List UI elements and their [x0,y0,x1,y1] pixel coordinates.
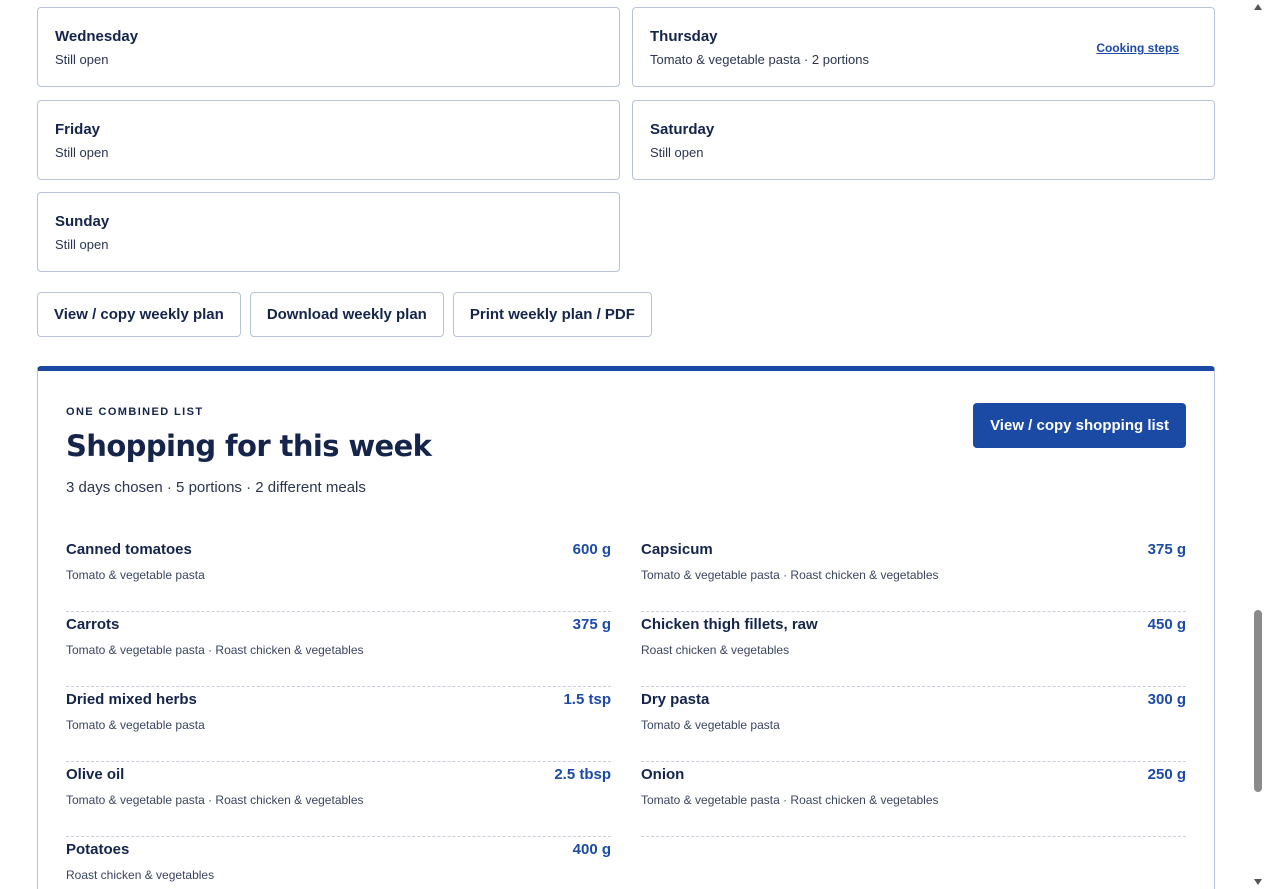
day-name: Wednesday [55,28,139,45]
item-name: Onion [641,766,685,783]
item-sources: Tomato & vegetable pasta · Roast chicken… [66,793,364,807]
list-item: Potatoes 400 g Roast chicken & vegetable… [66,837,611,889]
item-sources: Roast chicken & vegetables [66,868,215,882]
list-item: Canned tomatoes 600 g Tomato & vegetable… [66,537,611,612]
item-quantity: 400 g [572,841,611,858]
list-item: Carrots 375 g Tomato & vegetable pasta ·… [66,612,611,687]
list-item: Dry pasta 300 g Tomato & vegetable pasta [641,687,1186,762]
item-sources: Tomato & vegetable pasta · Roast chicken… [641,793,939,807]
day-status: Still open [55,52,109,67]
day-status: Still open [55,145,109,160]
scrollbar-thumb[interactable] [1254,610,1262,792]
scroll-up-arrow-icon[interactable] [1254,4,1262,10]
item-sources: Tomato & vegetable pasta [66,718,205,732]
day-status: Still open [650,145,704,160]
day-name: Sunday [55,213,110,230]
shopping-panel: ONE COMBINED LIST Shopping for this week… [37,366,1215,889]
list-item: Capsicum 375 g Tomato & vegetable pasta … [641,537,1186,612]
day-card-saturday: Saturday Still open [632,100,1215,180]
day-card-wednesday: Wednesday Still open [37,7,620,87]
item-quantity: 2.5 tbsp [554,766,611,783]
day-status: Still open [55,237,109,252]
view-copy-plan-button[interactable]: View / copy weekly plan [37,292,241,337]
shopping-summary: 3 days chosen · 5 portions · 2 different… [66,479,366,496]
item-quantity: 375 g [572,616,611,633]
shopping-title: Shopping for this week [66,429,432,463]
cooking-steps-link[interactable]: Cooking steps [1096,41,1179,55]
item-name: Canned tomatoes [66,541,192,558]
list-item: Chicken thigh fillets, raw 450 g Roast c… [641,612,1186,687]
item-name: Olive oil [66,766,125,783]
day-card-friday: Friday Still open [37,100,620,180]
print-plan-button[interactable]: Print weekly plan / PDF [452,292,652,337]
day-name: Friday [55,121,101,138]
item-quantity: 1.5 tsp [563,691,611,708]
shopping-eyebrow: ONE COMBINED LIST [66,406,204,418]
item-name: Carrots [66,616,120,633]
item-quantity: 250 g [1147,766,1186,783]
item-sources: Tomato & vegetable pasta [641,718,780,732]
item-quantity: 600 g [572,541,611,558]
item-sources: Tomato & vegetable pasta · Roast chicken… [641,568,939,582]
list-item: Dried mixed herbs 1.5 tsp Tomato & veget… [66,687,611,762]
day-name: Saturday [650,121,715,138]
download-plan-button[interactable]: Download weekly plan [249,292,444,337]
list-item: Olive oil 2.5 tbsp Tomato & vegetable pa… [66,762,611,837]
item-sources: Tomato & vegetable pasta · Roast chicken… [66,643,364,657]
item-sources: Tomato & vegetable pasta [66,568,205,582]
item-name: Dried mixed herbs [66,691,197,708]
item-name: Dry pasta [641,691,710,708]
item-quantity: 450 g [1147,616,1186,633]
scrollbar[interactable] [1251,0,1265,889]
item-quantity: 300 g [1147,691,1186,708]
shopping-list: Canned tomatoes 600 g Tomato & vegetable… [66,537,1186,889]
item-sources: Roast chicken & vegetables [641,643,790,657]
scroll-down-arrow-icon[interactable] [1254,879,1262,885]
page: Wednesday Still open Thursday Tomato & v… [0,0,1265,889]
day-card-sunday: Sunday Still open [37,192,620,272]
day-card-thursday: Thursday Tomato & vegetable pasta · 2 po… [632,7,1215,87]
list-item: Onion 250 g Tomato & vegetable pasta · R… [641,762,1186,837]
item-quantity: 375 g [1147,541,1186,558]
item-name: Capsicum [641,541,713,558]
view-copy-shopping-list-button[interactable]: View / copy shopping list [973,403,1186,448]
item-name: Chicken thigh fillets, raw [641,616,818,633]
item-name: Potatoes [66,841,130,858]
plan-actions: View / copy weekly plan Download weekly … [37,292,652,337]
